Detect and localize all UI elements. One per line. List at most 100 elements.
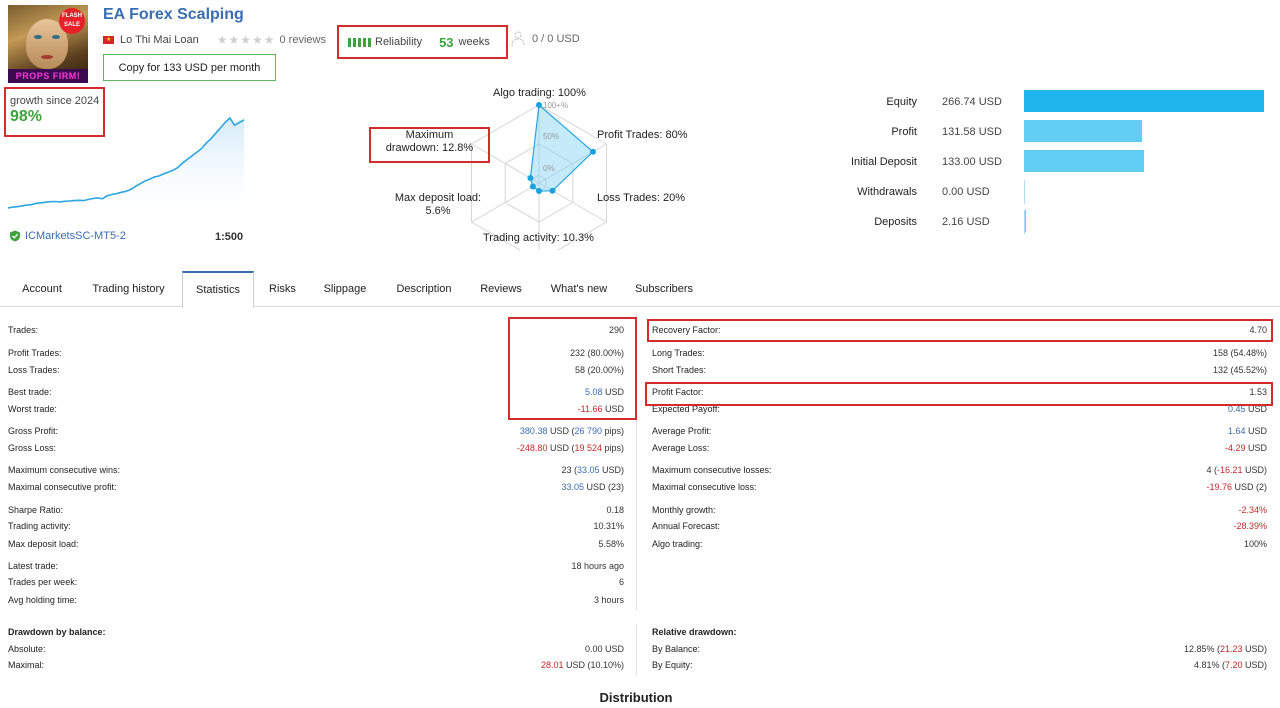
broker-name[interactable]: ICMarketsSC-MT5-2 [25, 230, 126, 242]
stat-label: Trades per week: [8, 577, 78, 587]
balance-value: 133.00 USD [942, 156, 1002, 168]
tab-description[interactable]: Description [386, 271, 462, 307]
balance-bar [1024, 180, 1025, 204]
reviews-count[interactable]: 0 reviews [279, 34, 325, 46]
stat-label: By Equity: [652, 660, 693, 670]
balance-label: Initial Deposit [850, 156, 917, 168]
stat-value-unit: USD (2) [1231, 482, 1267, 492]
stat-value: -248.80 USD (19 524 pips) [517, 440, 624, 457]
stat-value-suffix: USD) [1242, 644, 1267, 654]
signal-title[interactable]: EA Forex Scalping [103, 6, 244, 24]
stat-label: Avg holding time: [8, 595, 77, 605]
stat-value-main: 33.05 [561, 482, 584, 492]
stat-value-extra: 26 790 [574, 426, 602, 436]
stat-row: Annual Forecast: -28.39% [652, 518, 1267, 535]
tab-slippage[interactable]: Slippage [313, 271, 377, 307]
tab-account[interactable]: Account [8, 271, 76, 307]
stat-label: Maximal consecutive profit: [8, 482, 117, 492]
relative-drawdown-heading: Relative drawdown: [652, 627, 737, 637]
stat-label: Trading activity: [8, 521, 71, 531]
stat-value: -2.34% [1238, 502, 1267, 519]
radar-label-algo-trading: Algo trading: 100% [493, 87, 586, 99]
stat-value: 12.85% (21.23 USD) [1184, 641, 1267, 658]
stat-value-main: 1.64 [1227, 426, 1246, 436]
growth-label: growth since 2024 [10, 95, 100, 107]
stat-row: Monthly growth: -2.34% [652, 502, 1267, 519]
stat-value-text: 6 [618, 577, 624, 587]
stat-value-text: 5.58% [598, 539, 624, 549]
stat-value: 1.64 USD [1228, 423, 1267, 440]
stat-value-main: 28.01 [540, 660, 564, 670]
stat-value: -19.76 USD (2) [1206, 479, 1267, 496]
stat-label: Average Loss: [652, 443, 710, 453]
stat-value: 10.31% [593, 518, 624, 535]
stat-value: 3 hours [594, 592, 624, 609]
reliability-bars-icon [348, 37, 371, 47]
radar-point-profit-trades [590, 148, 596, 155]
stat-label: Algo trading: [652, 539, 703, 549]
tab-subscribers[interactable]: Subscribers [627, 271, 701, 307]
stat-value-unit: USD (10.10%) [563, 660, 624, 670]
column-divider [636, 625, 637, 675]
stat-row: Maximal: 28.01 USD (10.10%) [8, 657, 624, 674]
stat-value-suffix: USD) [1242, 660, 1267, 670]
stat-label: Max deposit load: [8, 539, 79, 549]
tab-statistics[interactable]: Statistics [182, 271, 254, 308]
stat-row: Trading activity: 10.31% [8, 518, 624, 535]
stat-value-text: 100% [1243, 539, 1267, 549]
stat-label: Short Trades: [652, 365, 707, 375]
balance-row: Equity 266.74 USD [800, 90, 1270, 114]
stat-value-extra: 21.23 [1219, 644, 1243, 654]
stat-value-main: 380.38 [519, 426, 548, 436]
stat-value: 132 (45.52%) [1213, 362, 1267, 379]
stat-value: 4.81% (7.20 USD) [1194, 657, 1267, 674]
broker-link[interactable]: ICMarketsSC-MT5-2 [9, 230, 126, 242]
weeks-value: 53 [439, 34, 454, 50]
tab-reviews[interactable]: Reviews [472, 271, 530, 307]
balance-row: Initial Deposit 133.00 USD [800, 150, 1270, 174]
stat-value: -4.29 USD [1225, 440, 1267, 457]
flash-sale-badge: FLASH SALE [59, 8, 85, 34]
author-name[interactable]: Lo Thi Mai Loan [120, 34, 199, 46]
stat-label: Long Trades: [652, 348, 705, 358]
tab-trading-history[interactable]: Trading history [80, 271, 177, 307]
stat-row: Maximum consecutive losses: 4 (-16.21 USD… [652, 462, 1267, 479]
avatar-lip [41, 55, 53, 59]
stat-value: 158 (54.48%) [1213, 345, 1267, 362]
balance-value: 0.00 USD [942, 186, 990, 198]
stat-value-extra: 33.05 [576, 465, 600, 475]
copy-subscribe-button[interactable]: Copy for 133 USD per month [103, 54, 276, 81]
drawdown-balance-title: Drawdown by balance: [8, 624, 624, 641]
tab-risks[interactable]: Risks [260, 271, 305, 307]
trades-highlight [508, 317, 637, 420]
balance-bar [1024, 150, 1144, 172]
stat-row: Average Loss: -4.29 USD [652, 440, 1267, 457]
stat-label: Worst trade: [8, 404, 57, 414]
growth-box: growth since 2024 98% [4, 87, 105, 137]
stat-label: Loss Trades: [8, 365, 60, 375]
radar-grid-label-50: 50% [543, 132, 559, 141]
stat-row: Sharpe Ratio: 0.18 [8, 502, 624, 519]
stat-value-unit: USD [1245, 443, 1267, 453]
reliability-label: Reliability [375, 36, 423, 48]
balance-bar [1024, 120, 1143, 142]
balance-bar [1024, 90, 1264, 112]
radar-point-algo-trading [536, 102, 542, 108]
stat-value-main: -248.80 [516, 443, 548, 453]
stat-row: Maximum consecutive wins: 23 (33.05 USD) [8, 462, 624, 479]
radar-label-loss-trades: Loss Trades: 20% [597, 192, 686, 204]
stat-row: By Equity: 4.81% (7.20 USD) [652, 657, 1267, 674]
author-avatar[interactable]: FLASH SALE PROPS FIRM! [8, 5, 88, 83]
stat-value: 380.38 USD (26 790 pips) [520, 423, 624, 440]
stat-label: Gross Loss: [8, 443, 57, 453]
tab-whats-new[interactable]: What's new [541, 271, 617, 307]
stat-label: Monthly growth: [652, 505, 716, 515]
stat-value: 23 (33.05 USD) [561, 462, 624, 479]
stat-value-text: -28.39% [1233, 521, 1267, 531]
stat-value-text: 10.31% [593, 521, 624, 531]
stat-value-main: -19.76 [1206, 482, 1232, 492]
stat-row: Max deposit load: 5.58% [8, 536, 624, 553]
stat-value-extra: 7.20 [1224, 660, 1243, 670]
stat-row: By Balance: 12.85% (21.23 USD) [652, 641, 1267, 658]
balance-label: Equity [886, 96, 917, 108]
